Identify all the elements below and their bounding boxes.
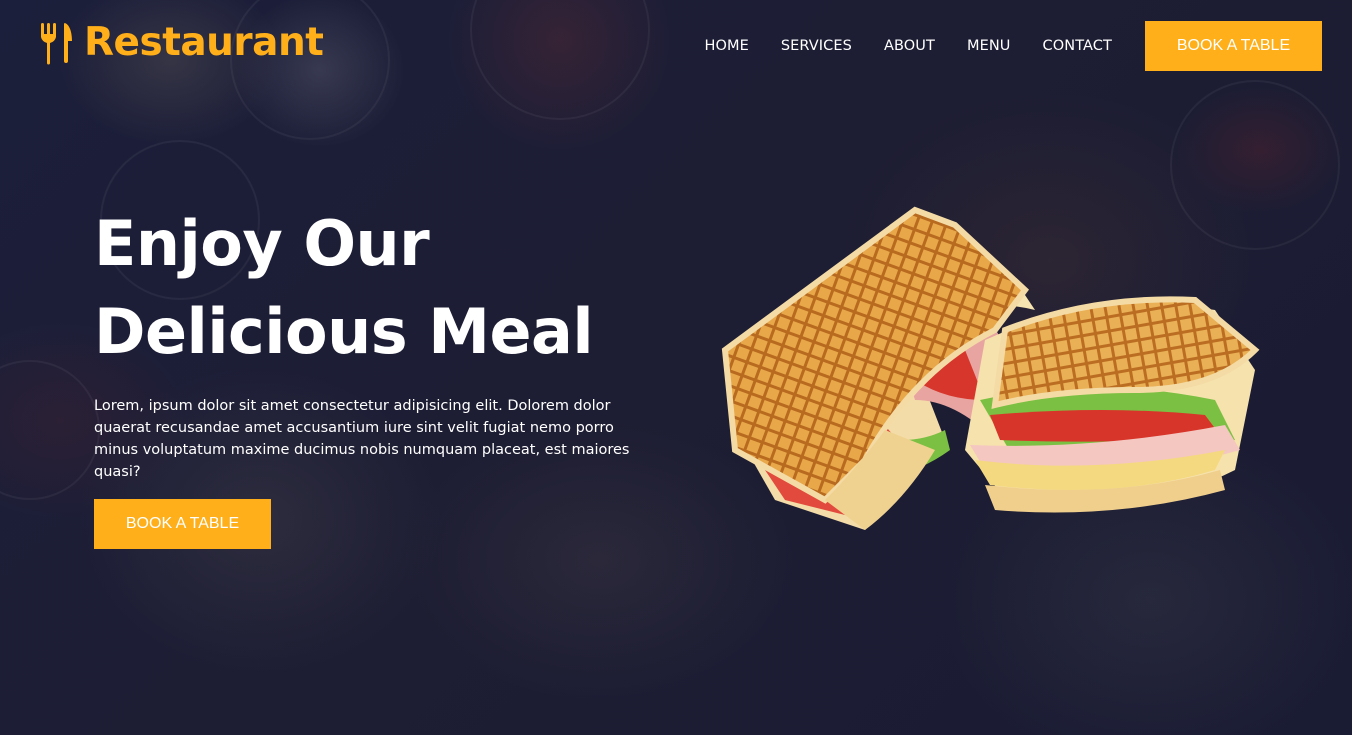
nav-menu[interactable]: MENU bbox=[967, 38, 1011, 54]
site-header: Restaurant HOME SERVICES ABOUT MENU CONT… bbox=[0, 0, 1352, 92]
nav-contact[interactable]: CONTACT bbox=[1043, 38, 1112, 54]
brand-name: Restaurant bbox=[84, 20, 324, 65]
hero-title-line-2: Delicious Meal bbox=[94, 295, 594, 368]
nav-services[interactable]: SERVICES bbox=[781, 38, 852, 54]
logo[interactable]: Restaurant bbox=[40, 20, 324, 65]
hero-title-line-1: Enjoy Our bbox=[94, 207, 430, 280]
hero-book-table-button[interactable]: BOOK A TABLE bbox=[94, 499, 271, 549]
nav-home[interactable]: HOME bbox=[704, 38, 748, 54]
grilled-sandwich-image bbox=[721, 206, 1260, 530]
header-book-table-button[interactable]: BOOK A TABLE bbox=[1145, 21, 1322, 71]
hero-description: Lorem, ipsum dolor sit amet consectetur … bbox=[94, 398, 630, 480]
fork-knife-icon bbox=[41, 22, 72, 64]
nav-about[interactable]: ABOUT bbox=[884, 38, 935, 54]
main-nav: HOME SERVICES ABOUT MENU CONTACT bbox=[704, 38, 1112, 54]
hero-title: Enjoy Our Delicious Meal bbox=[94, 200, 654, 376]
